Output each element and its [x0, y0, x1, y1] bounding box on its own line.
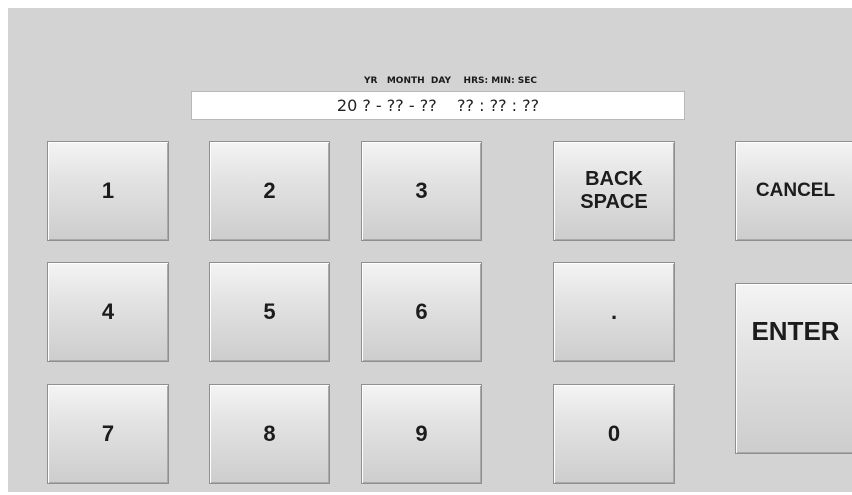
key-4[interactable]: 4 [47, 262, 169, 362]
enter-button[interactable]: ENTER [735, 283, 852, 454]
key-1[interactable]: 1 [47, 141, 169, 241]
key-decimal-point[interactable]: . [553, 262, 675, 362]
key-8[interactable]: 8 [209, 384, 330, 484]
key-7[interactable]: 7 [47, 384, 169, 484]
datetime-display: 20 ? - ?? - ?? ?? : ?? : ?? [191, 91, 685, 120]
key-6[interactable]: 6 [361, 262, 482, 362]
key-3[interactable]: 3 [361, 141, 482, 241]
key-9[interactable]: 9 [361, 384, 482, 484]
backspace-label-line1: BACK [585, 168, 643, 190]
backspace-button[interactable]: BACK SPACE [553, 141, 675, 241]
backspace-label-line2: SPACE [580, 191, 648, 213]
datetime-field-labels: YR MONTH DAY HRS: MIN: SEC [364, 76, 538, 86]
key-2[interactable]: 2 [209, 141, 330, 241]
key-5[interactable]: 5 [209, 262, 330, 362]
keypad-panel: YR MONTH DAY HRS: MIN: SEC 20 ? - ?? - ?… [8, 8, 852, 492]
key-0[interactable]: 0 [553, 384, 675, 484]
cancel-button[interactable]: CANCEL [735, 141, 852, 241]
